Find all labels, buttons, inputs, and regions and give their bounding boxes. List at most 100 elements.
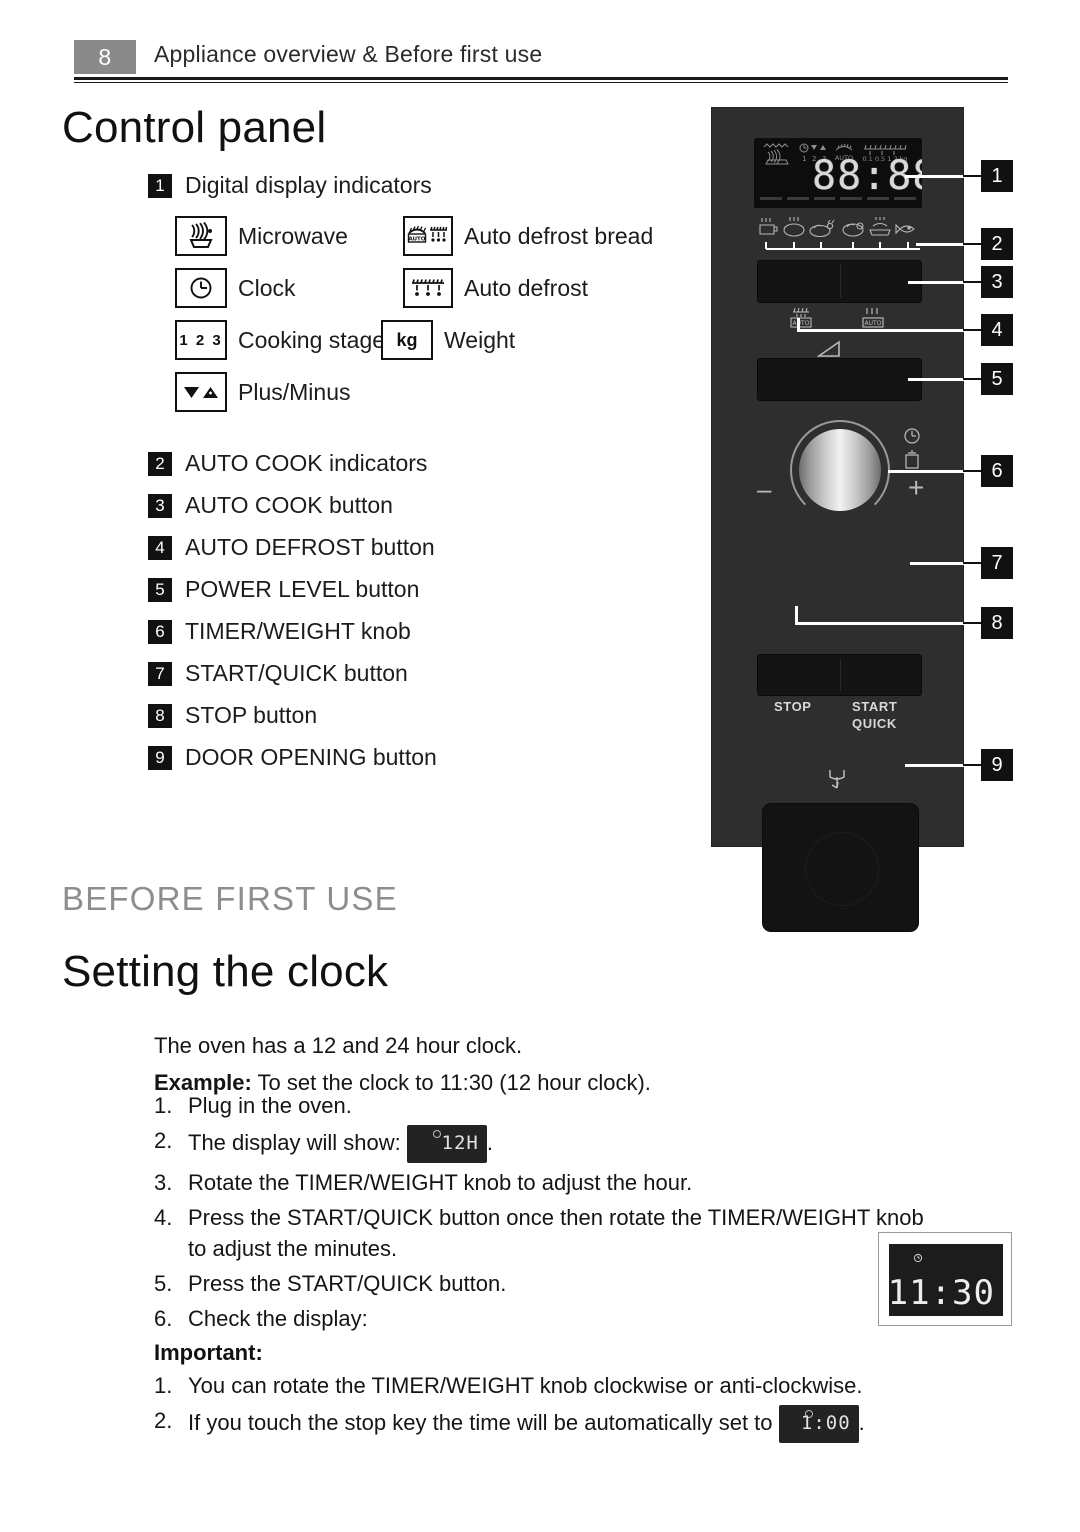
running-header: 8 Appliance overview & Before first use bbox=[74, 40, 1008, 76]
page-title: Control panel bbox=[62, 103, 327, 152]
auto-cook-button[interactable] bbox=[757, 260, 922, 303]
section-label: BEFORE FIRST USE bbox=[62, 880, 398, 917]
item-label: START/QUICK button bbox=[185, 660, 408, 686]
stop-start-button-pair[interactable] bbox=[757, 654, 922, 696]
cooking-stages-icon: 1 2 3 bbox=[175, 320, 227, 360]
item-text: If you touch the stop key the time will … bbox=[188, 1409, 773, 1435]
legend-label: Microwave bbox=[238, 222, 348, 249]
step-text: Rotate the TIMER/WEIGHT knob to adjust t… bbox=[188, 1170, 693, 1195]
intro-line: The oven has a 12 and 24 hour clock. bbox=[154, 1033, 523, 1058]
important-item: 2. If you touch the stop key the time wi… bbox=[154, 1405, 944, 1443]
step-text: The display will show: bbox=[188, 1129, 401, 1155]
knob-minus-label: – bbox=[757, 474, 772, 504]
list-item: 9 DOOR OPENING button bbox=[148, 744, 668, 786]
step-item: 5. Press the START/QUICK button. bbox=[154, 1268, 934, 1299]
auto-defrost-bread-icon: AUTO bbox=[403, 216, 453, 256]
legend-label: Clock bbox=[238, 274, 296, 301]
leader-line-6 bbox=[888, 470, 965, 473]
item-badge: 2 bbox=[148, 451, 172, 476]
legend-intro-row: 1 Digital display indicators bbox=[148, 172, 708, 214]
legend-item-weight: kg Weight bbox=[381, 320, 515, 360]
door-button-dimple bbox=[805, 832, 879, 906]
auto-defrost-icon bbox=[403, 268, 453, 308]
leader-line-9 bbox=[905, 764, 965, 767]
clock-icon bbox=[175, 268, 227, 308]
manual-page: 8 Appliance overview & Before first use … bbox=[0, 0, 1080, 1532]
legend-item-cooking-stages: 1 2 3 Cooking stages bbox=[175, 320, 397, 360]
important-item: 1. You can rotate the TIMER/WEIGHT knob … bbox=[154, 1370, 944, 1401]
door-opening-icon bbox=[822, 768, 852, 796]
list-item: 2 AUTO COOK indicators bbox=[148, 450, 668, 492]
step-text: Plug in the oven. bbox=[188, 1093, 352, 1118]
list-item: 4 AUTO DEFROST button bbox=[148, 534, 668, 576]
step-text: Press the START/QUICK button. bbox=[188, 1271, 507, 1296]
item-badge: 6 bbox=[148, 619, 172, 644]
callout-6: 6 bbox=[981, 455, 1013, 487]
callout-2: 2 bbox=[981, 228, 1013, 260]
knob-face[interactable] bbox=[799, 429, 881, 511]
clock-display-figure: 11:30 bbox=[878, 1232, 1012, 1326]
timer-weight-knob[interactable] bbox=[790, 420, 890, 520]
legend-label: Plus/Minus bbox=[238, 378, 351, 405]
item-badge: 3 bbox=[148, 493, 172, 518]
svg-text:AUTO: AUTO bbox=[793, 320, 810, 327]
legend-badge-1: 1 bbox=[148, 173, 172, 198]
list-item: 6 TIMER/WEIGHT knob bbox=[148, 618, 668, 660]
legend-item-plus-minus: Plus/Minus bbox=[175, 372, 350, 412]
list-item: 7 START/QUICK button bbox=[148, 660, 668, 702]
plus-minus-icon bbox=[175, 372, 227, 412]
stop-button-label: STOP bbox=[774, 699, 812, 714]
knob-timer-icons bbox=[900, 426, 926, 476]
microwave-icon bbox=[175, 216, 227, 256]
item-label: AUTO COOK indicators bbox=[185, 450, 428, 476]
legend-item-clock: Clock bbox=[175, 268, 296, 308]
clock-icon bbox=[913, 1253, 923, 1263]
door-opening-button[interactable] bbox=[762, 803, 919, 932]
callout-1: 1 bbox=[981, 160, 1013, 192]
leader-line-5 bbox=[908, 378, 965, 381]
legend-label: Cooking stages bbox=[238, 326, 397, 353]
list-item: 8 STOP button bbox=[148, 702, 668, 744]
inline-display-value: 12H bbox=[441, 1132, 479, 1154]
item-label: POWER LEVEL button bbox=[185, 576, 420, 602]
display-segment-bars bbox=[760, 197, 916, 201]
item-badge: 9 bbox=[148, 745, 172, 770]
figure-lcd: 11:30 bbox=[888, 1244, 1003, 1316]
leader-line-7 bbox=[910, 562, 965, 565]
quick-button-label: QUICK bbox=[852, 716, 897, 731]
item-badge: 4 bbox=[148, 535, 172, 560]
digital-display: 1 2 3 AUTO 0.1 0.5 1 2 kg 88:8 bbox=[754, 138, 922, 208]
step-number: 1. bbox=[154, 1093, 173, 1118]
step-number: 6. bbox=[154, 1306, 173, 1331]
item-label: STOP button bbox=[185, 702, 318, 728]
important-title: Important: bbox=[154, 1340, 263, 1365]
leader-line-1 bbox=[905, 175, 965, 178]
step-number: 4. bbox=[154, 1205, 173, 1230]
auto-cook-tick-marks bbox=[756, 241, 920, 253]
step-item: 1. Plug in the oven. bbox=[154, 1090, 934, 1121]
legend-label: Weight bbox=[444, 326, 516, 353]
callout-8: 8 bbox=[981, 607, 1013, 639]
list-item: 3 AUTO COOK button bbox=[148, 492, 668, 534]
step-number: 2. bbox=[154, 1128, 173, 1153]
legend-label: Auto defrost bbox=[464, 274, 589, 301]
leader-line-8-stem bbox=[795, 606, 798, 624]
display-icon-legend: Microwave AUTO Auto defrost bread Clock … bbox=[175, 216, 715, 424]
leader-line-4 bbox=[797, 329, 965, 332]
important-block: Important: 1. You can rotate the TIMER/W… bbox=[154, 1340, 944, 1447]
item-label: DOOR OPENING button bbox=[185, 744, 437, 770]
control-panel-illustration: 1 2 3 AUTO 0.1 0.5 1 2 kg 88:8 AUTO AUTO… bbox=[711, 107, 964, 932]
power-level-button[interactable] bbox=[757, 358, 922, 401]
step-item: 2. The display will show: 12H . bbox=[154, 1125, 934, 1163]
inline-display-100: 1:00 bbox=[778, 1405, 859, 1443]
running-title: Appliance overview & Before first use bbox=[154, 41, 543, 67]
inline-display-value: 1:00 bbox=[800, 1412, 851, 1434]
legend-item-auto-defrost: Auto defrost bbox=[403, 268, 588, 308]
item-badge: 5 bbox=[148, 577, 172, 602]
item-suffix: . bbox=[858, 1409, 865, 1435]
item-badge: 7 bbox=[148, 661, 172, 686]
cooking-stages-glyph: 1 2 3 bbox=[179, 331, 223, 349]
svg-text:AUTO: AUTO bbox=[409, 237, 426, 243]
item-label: TIMER/WEIGHT knob bbox=[185, 618, 411, 644]
callout-3: 3 bbox=[981, 266, 1013, 298]
